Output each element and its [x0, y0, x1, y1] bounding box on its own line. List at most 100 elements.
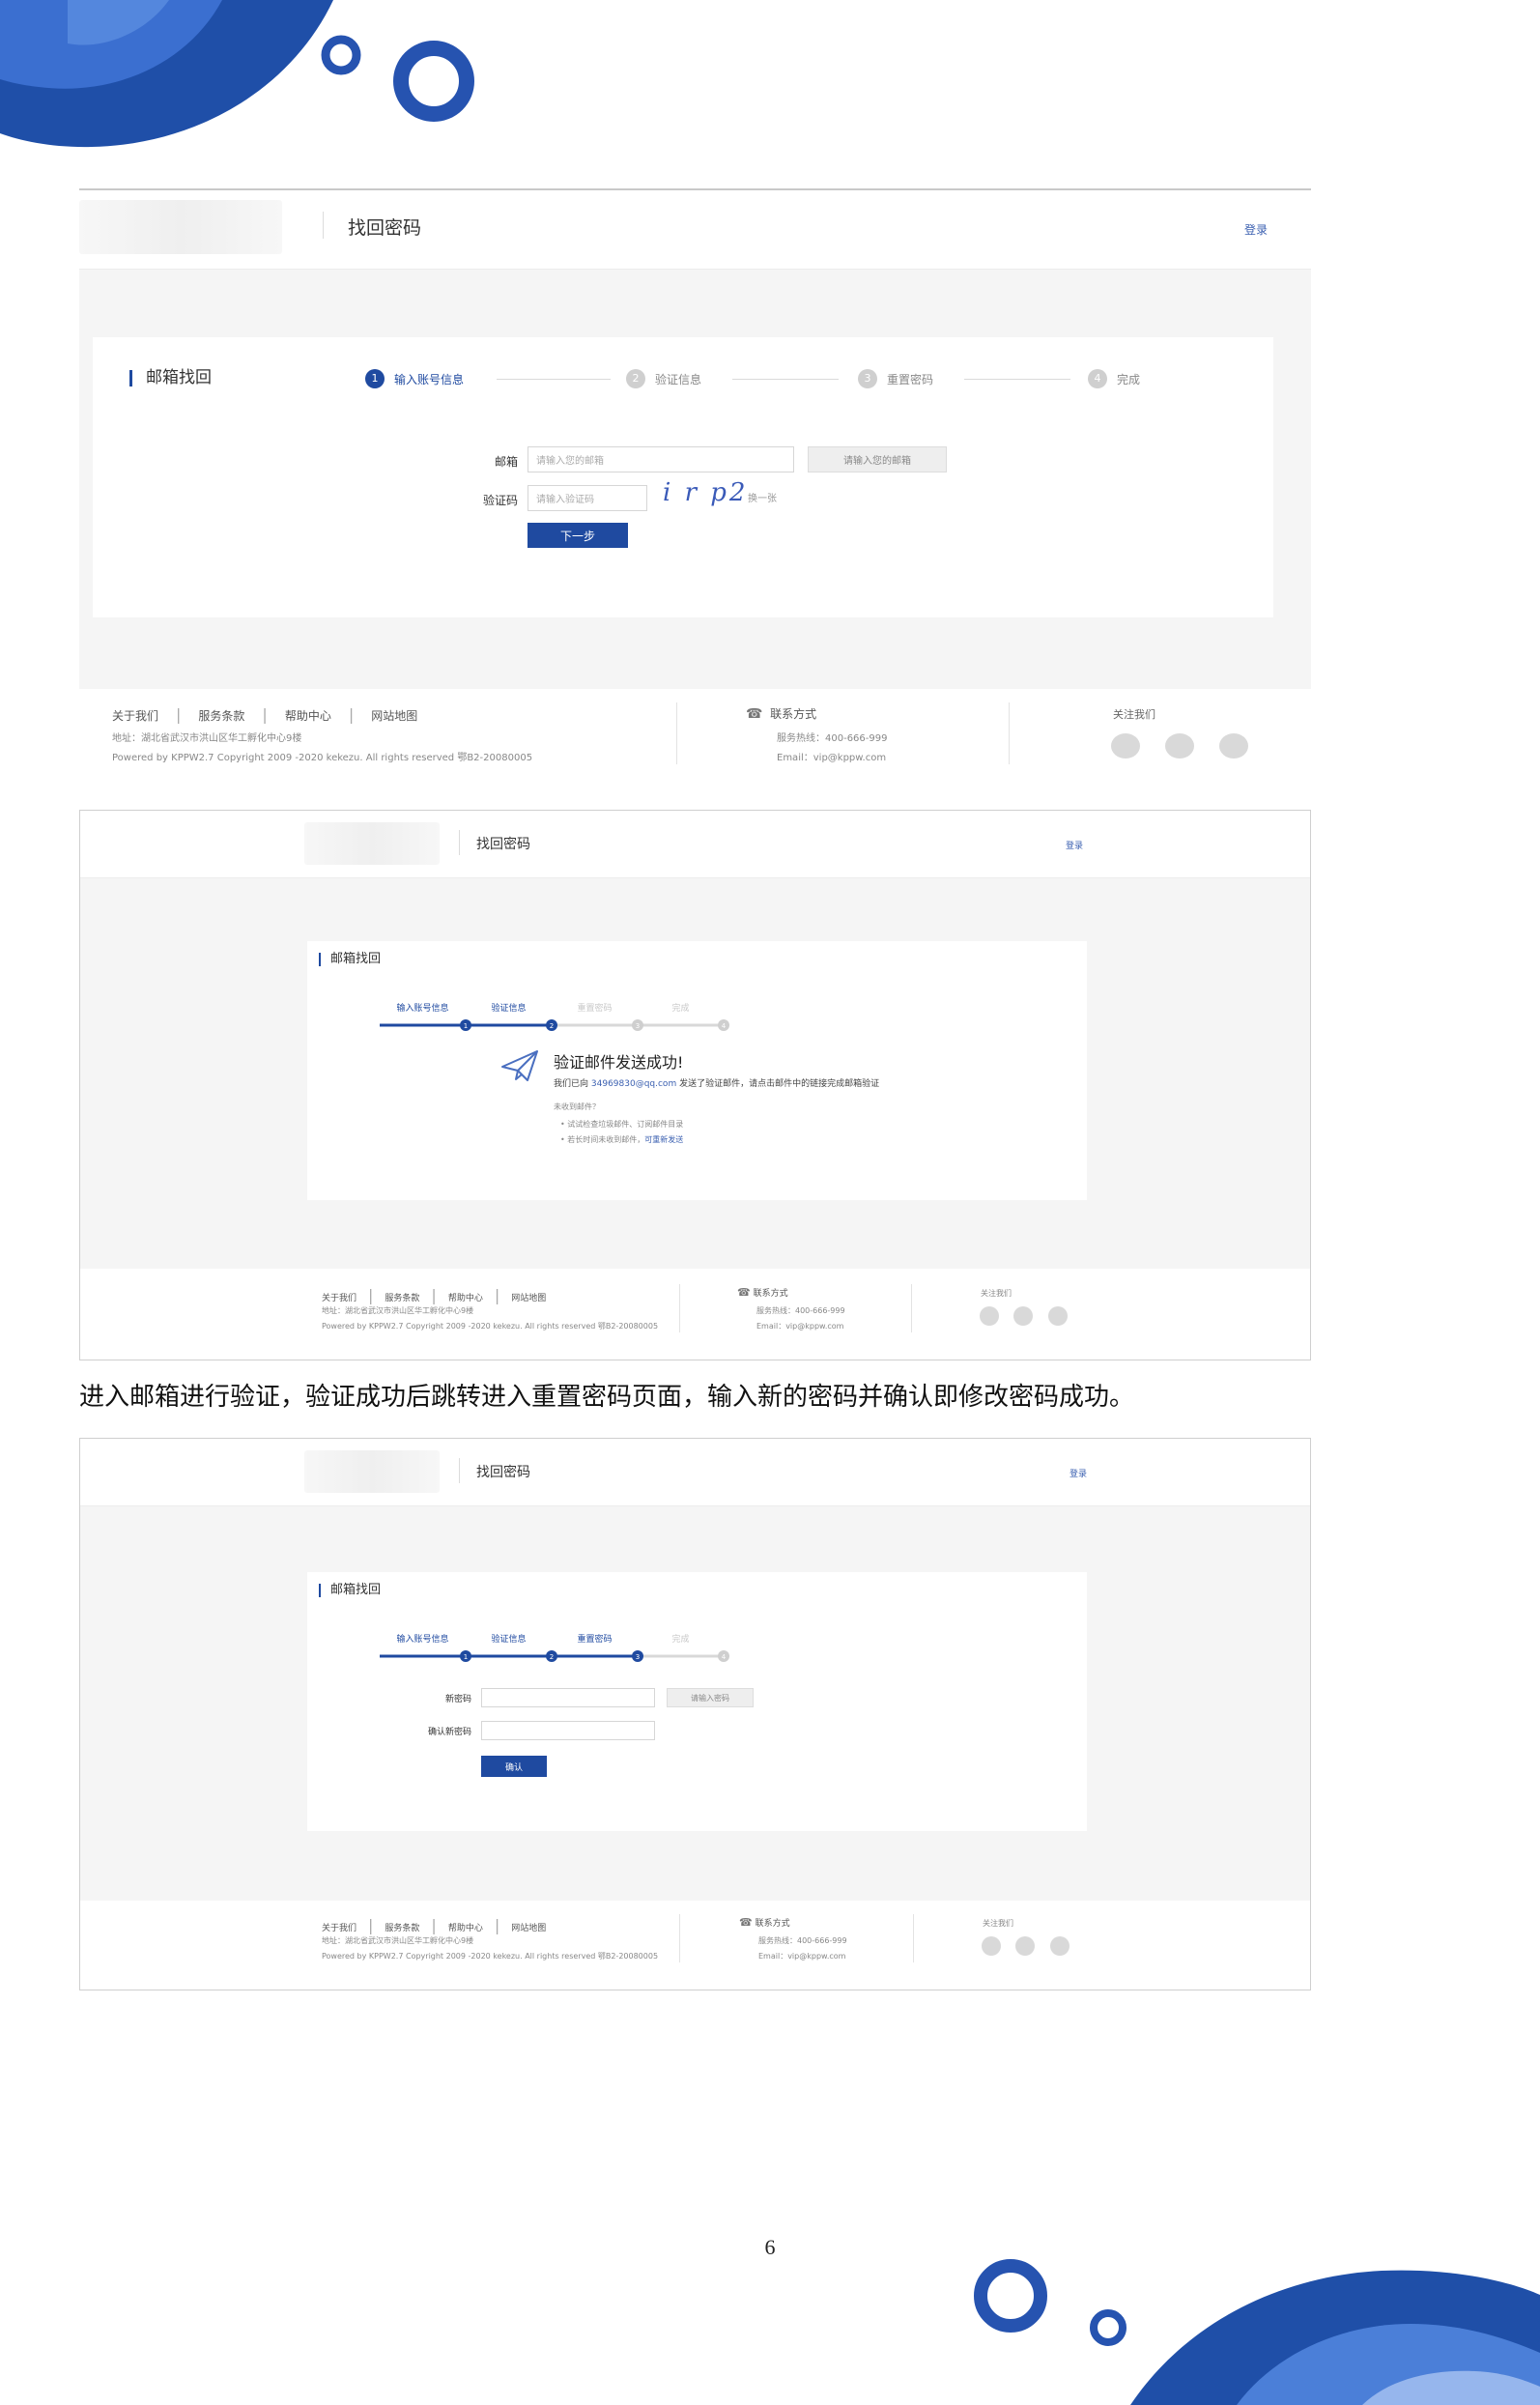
- weibo-icon[interactable]: [1050, 1936, 1069, 1956]
- footer-link-terms[interactable]: 服务条款: [385, 1924, 419, 1933]
- separator: |: [368, 1286, 374, 1304]
- login-link[interactable]: 登录: [1066, 839, 1083, 851]
- service-email: Email：vip@kppw.com: [756, 1322, 844, 1331]
- follow-us-title: 关注我们: [983, 1919, 1013, 1928]
- separator: |: [348, 705, 355, 724]
- service-phone: 服务热线：400-666-999: [758, 1936, 847, 1945]
- progress-step-label: 完成: [671, 1002, 689, 1014]
- email-side-button[interactable]: 请输入您的邮箱: [808, 446, 947, 472]
- screenshot-step1: 找回密码 登录 邮箱找回 1 输入账号信息 2 验证信息 3 重置密码 4 完成…: [79, 188, 1311, 792]
- password-side-button[interactable]: 请输入密码: [667, 1688, 754, 1707]
- success-title: 验证邮件发送成功!: [554, 1053, 684, 1072]
- progress-step-label: 重置密码: [577, 1633, 612, 1645]
- progress-step-label: 验证信息: [491, 1633, 526, 1645]
- progress-step-number: 4: [722, 1653, 727, 1661]
- new-password-label: 新密码: [444, 1695, 471, 1704]
- header-divider: [323, 212, 324, 239]
- footer-link-sitemap[interactable]: 网站地图: [511, 1924, 546, 1933]
- phone-icon: ☎: [746, 706, 763, 722]
- confirm-password-input[interactable]: [481, 1721, 655, 1740]
- footer-link-terms[interactable]: 服务条款: [385, 1294, 419, 1303]
- service-email: Email：vip@kppw.com: [777, 753, 887, 763]
- footer-links: 关于我们 | 服务条款 | 帮助中心 | 网站地图: [322, 1286, 546, 1304]
- page-title: 找回密码: [476, 1465, 530, 1480]
- section-title: 邮箱找回: [319, 953, 381, 966]
- progress-step-number: 1: [464, 1022, 468, 1030]
- captcha-input[interactable]: 请输入验证码: [528, 485, 647, 511]
- progress-step-number: 3: [636, 1653, 640, 1661]
- separator: |: [431, 1286, 437, 1304]
- captcha-label: 验证码: [482, 494, 518, 507]
- service-phone: 服务热线：400-666-999: [756, 1306, 845, 1315]
- step-1-label: 输入账号信息: [394, 373, 465, 387]
- section-title: 邮箱找回: [319, 1584, 381, 1597]
- wechat-icon[interactable]: [980, 1306, 999, 1326]
- site-header: 找回密码 登录: [79, 190, 1311, 270]
- confirm-password-label: 确认新密码: [427, 1728, 471, 1737]
- footer-link-about[interactable]: 关于我们: [112, 709, 158, 723]
- next-step-button[interactable]: 下一步: [528, 523, 628, 548]
- top-left-decoration: [0, 0, 474, 148]
- step-3-label: 重置密码: [887, 373, 934, 387]
- site-logo: [304, 1450, 440, 1493]
- footer-copyright: Powered by KPPW2.7 Copyright 2009 -2020 …: [322, 1952, 659, 1961]
- footer-link-sitemap[interactable]: 网站地图: [511, 1294, 546, 1303]
- confirm-button[interactable]: 确认: [481, 1756, 547, 1777]
- footer-link-help[interactable]: 帮助中心: [448, 1294, 483, 1303]
- step-1-dot: 1: [365, 369, 385, 388]
- footer-link-about[interactable]: 关于我们: [322, 1924, 356, 1933]
- footer-link-terms[interactable]: 服务条款: [198, 709, 244, 723]
- footer-address: 地址：湖北省武汉市洪山区华工孵化中心9楼: [322, 1306, 474, 1315]
- step-4-label: 完成: [1117, 373, 1141, 387]
- contact-title: ☎ 联系方式: [746, 705, 816, 722]
- weibo-icon[interactable]: [1219, 733, 1248, 759]
- header-divider: [459, 830, 460, 855]
- separator: |: [494, 1286, 500, 1304]
- progress-step-label: 输入账号信息: [396, 1002, 448, 1014]
- login-link[interactable]: 登录: [1069, 1467, 1087, 1479]
- separator: |: [431, 1916, 437, 1934]
- success-message: 我们已向 34969830@qq.com 发送了验证邮件，请点击邮件中的链接完成…: [554, 1076, 879, 1089]
- footer-divider: [679, 1914, 680, 1962]
- login-link[interactable]: 登录: [1244, 221, 1268, 238]
- progress-step-label: 重置密码: [577, 1002, 612, 1014]
- footer-link-help[interactable]: 帮助中心: [285, 709, 331, 723]
- progress-step-number: 2: [550, 1653, 554, 1661]
- form-card: 邮箱找回 1 输入账号信息 2 验证信息 3 重置密码 4 完成 邮箱 请输入您…: [93, 337, 1273, 617]
- progress-step-number: 3: [636, 1022, 640, 1030]
- progress-step-number: 2: [550, 1022, 554, 1030]
- footer-link-help[interactable]: 帮助中心: [448, 1924, 483, 1933]
- site-header: 找回密码 登录: [80, 1439, 1310, 1506]
- qq-icon[interactable]: [1015, 1936, 1035, 1956]
- wechat-icon[interactable]: [982, 1936, 1001, 1956]
- footer-link-about[interactable]: 关于我们: [322, 1294, 356, 1303]
- step-2-dot: 2: [626, 369, 645, 388]
- captcha-image[interactable]: i r p2: [663, 478, 748, 507]
- new-password-input[interactable]: [481, 1688, 655, 1707]
- progress-step-label: 输入账号信息: [396, 1633, 448, 1645]
- resend-link[interactable]: 可重新发送: [644, 1135, 683, 1144]
- qq-icon[interactable]: [1165, 733, 1194, 759]
- footer-link-sitemap[interactable]: 网站地图: [371, 709, 417, 723]
- qq-icon[interactable]: [1013, 1306, 1033, 1326]
- captcha-refresh-link[interactable]: 换一张: [748, 490, 777, 504]
- service-phone: 服务热线：400-666-999: [777, 733, 888, 744]
- service-email: Email：vip@kppw.com: [758, 1952, 846, 1961]
- message-suffix: 发送了验证邮件，请点击邮件中的链接完成邮箱验证: [679, 1079, 880, 1089]
- site-logo: [79, 200, 282, 254]
- screenshot-step3: 找回密码 登录 邮箱找回 输入账号信息 验证信息 重置密码 完成 1 2 3 4 新密码 请输…: [79, 1438, 1311, 1990]
- result-card: 邮箱找回 输入账号信息 验证信息 重置密码 完成 1 2 3 4 验证邮件发送成功! 我们已向…: [307, 941, 1087, 1200]
- footer-copyright: Powered by KPPW2.7 Copyright 2009 -2020 …: [112, 753, 533, 763]
- separator: |: [494, 1916, 500, 1934]
- body-paragraph: 进入邮箱进行验证，验证成功后跳转进入重置密码页面，输入新的密码并确认即修改密码成…: [79, 1383, 1135, 1412]
- message-prefix: 我们已向: [554, 1079, 589, 1089]
- step-connector: [497, 379, 611, 380]
- wechat-icon[interactable]: [1111, 733, 1140, 759]
- tip-resend: • 若长时间未收到邮件，可重新发送: [560, 1134, 683, 1145]
- site-header: 找回密码 登录: [80, 811, 1310, 878]
- weibo-icon[interactable]: [1048, 1306, 1068, 1326]
- footer-divider: [679, 1284, 680, 1332]
- step-3-dot: 3: [858, 369, 877, 388]
- tip-spam: • 试试检查垃圾邮件、订阅邮件目录: [560, 1120, 684, 1129]
- email-input[interactable]: 请输入您的邮箱: [528, 446, 794, 472]
